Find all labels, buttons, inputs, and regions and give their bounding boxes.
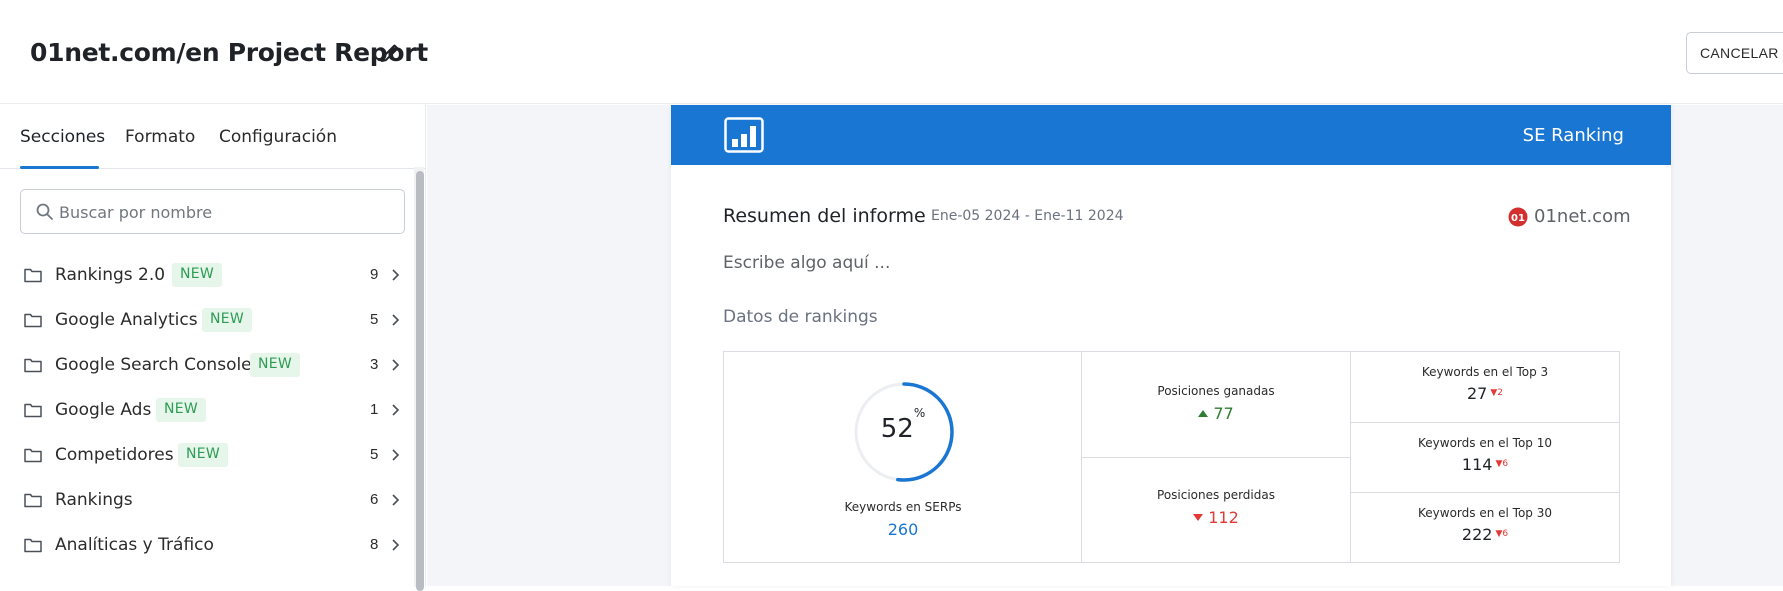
gained-value: 77 — [1082, 404, 1350, 423]
top10-value: 114 ▼6 — [1461, 455, 1509, 474]
svg-text:01: 01 — [1511, 213, 1525, 224]
sidebar-item-label: Google Analytics — [55, 310, 198, 330]
new-badge: NEW — [178, 443, 229, 467]
active-tab-indicator — [20, 166, 99, 169]
item-count: 6 — [370, 491, 379, 508]
folder-icon — [24, 403, 42, 418]
sidebar-item-google-search-console[interactable]: Google Search Console NEW 3 — [0, 343, 412, 388]
search-icon — [36, 203, 53, 220]
search-input[interactable] — [59, 198, 389, 226]
chevron-right-icon — [392, 539, 400, 551]
folder-icon — [24, 313, 42, 328]
arrow-up-icon — [1198, 410, 1209, 417]
sidebar-item-label: Rankings 2.0 — [55, 265, 166, 285]
site-logo-icon: 01 — [1508, 207, 1528, 227]
sidebar-item-label: Analíticas y Tráfico — [55, 535, 214, 555]
chevron-right-icon — [392, 314, 400, 326]
folder-icon — [24, 493, 42, 508]
arrow-down-icon — [1193, 514, 1204, 521]
new-badge: NEW — [156, 398, 207, 422]
sidebar: Secciones Formato Configuración Rankings… — [0, 105, 426, 591]
sidebar-item-competidores[interactable]: Competidores NEW 5 — [0, 433, 412, 478]
top10-label: Keywords en el Top 10 — [1418, 436, 1552, 450]
item-count: 9 — [370, 266, 379, 283]
lost-label: Posiciones perdidas — [1157, 488, 1275, 502]
cancel-button[interactable]: CANCELAR — [1686, 32, 1783, 74]
top10-delta: ▼6 — [1495, 459, 1509, 469]
gained-label: Posiciones ganadas — [1157, 384, 1275, 398]
pencil-icon[interactable] — [378, 41, 402, 65]
lost-value: 112 — [1082, 508, 1350, 527]
new-badge: NEW — [202, 308, 253, 332]
top30-cell: Keywords en el Top 30 222 ▼6 — [1351, 493, 1619, 562]
folder-icon — [24, 538, 42, 553]
lost-cell: Posiciones perdidas 112 — [1082, 458, 1351, 562]
folder-icon — [24, 268, 42, 283]
summary-title: Resumen del informe — [723, 205, 926, 227]
page-title: 01net.com/en Project Report — [30, 38, 428, 67]
folder-icon — [24, 358, 42, 373]
date-range: Ene-05 2024 - Ene-11 2024 — [931, 208, 1124, 224]
sidebar-item-label: Google Search Console — [55, 355, 252, 375]
sidebar-item-label: Google Ads — [55, 400, 152, 420]
search-box[interactable] — [20, 189, 405, 234]
report-header: SE Ranking — [671, 105, 1671, 165]
sidebar-item-google-analytics[interactable]: Google Analytics NEW 5 — [0, 298, 412, 343]
top3-label: Keywords en el Top 3 — [1421, 365, 1549, 379]
sidebar-item-rankings-2[interactable]: Rankings 2.0 NEW 9 — [0, 253, 412, 298]
sidebar-item-rankings[interactable]: Rankings 6 — [0, 478, 412, 523]
sidebar-tabs: Secciones Formato Configuración — [0, 105, 426, 169]
top3-value: 27 ▼2 — [1466, 384, 1503, 403]
chevron-right-icon — [392, 494, 400, 506]
brand-name: SE Ranking — [1522, 125, 1624, 146]
chevron-right-icon — [392, 269, 400, 281]
sidebar-scrollbar-thumb[interactable] — [416, 171, 424, 591]
rankings-grid: 52% Keywords en SERPs 260 Posiciones gan… — [723, 351, 1620, 563]
report-preview: SE Ranking Resumen del informe Ene-05 20… — [671, 105, 1671, 586]
folder-icon — [24, 448, 42, 463]
tab-formato[interactable]: Formato — [125, 127, 195, 147]
bar-chart-logo-icon — [724, 117, 764, 153]
serps-percent: 52% — [880, 406, 926, 444]
item-count: 5 — [370, 311, 379, 328]
serps-label: Keywords en SERPs — [844, 500, 962, 514]
serps-value: 260 — [887, 520, 919, 539]
new-badge: NEW — [250, 353, 301, 377]
item-count: 3 — [370, 356, 379, 373]
item-count: 1 — [370, 401, 379, 418]
notes-placeholder[interactable]: Escribe algo aquí ... — [723, 253, 890, 273]
chevron-right-icon — [392, 449, 400, 461]
new-badge: NEW — [172, 263, 223, 287]
section-title: Datos de rankings — [723, 307, 878, 327]
tab-configuracion[interactable]: Configuración — [219, 127, 337, 147]
site-name: 01net.com — [1534, 206, 1631, 227]
top-bar: 01net.com/en Project Report CANCELAR — [0, 0, 1783, 104]
top30-value: 222 ▼6 — [1461, 525, 1509, 544]
sidebar-item-analiticas-trafico[interactable]: Analíticas y Tráfico 8 — [0, 523, 412, 568]
top3-delta: ▼2 — [1490, 388, 1503, 398]
serps-cell: 52% Keywords en SERPs 260 — [724, 352, 1082, 562]
sidebar-item-label: Rankings — [55, 490, 133, 510]
item-count: 8 — [370, 536, 379, 553]
top30-delta: ▼6 — [1495, 529, 1509, 539]
top30-label: Keywords en el Top 30 — [1418, 506, 1552, 520]
sidebar-item-google-ads[interactable]: Google Ads NEW 1 — [0, 388, 412, 433]
item-count: 5 — [370, 446, 379, 463]
tab-secciones[interactable]: Secciones — [20, 127, 105, 147]
chevron-right-icon — [392, 359, 400, 371]
gained-cell: Posiciones ganadas 77 — [1082, 352, 1351, 458]
sidebar-item-label: Competidores — [55, 445, 174, 465]
chevron-right-icon — [392, 404, 400, 416]
top10-cell: Keywords en el Top 10 114 ▼6 — [1351, 423, 1619, 493]
top3-cell: Keywords en el Top 3 27 ▼2 — [1351, 352, 1619, 423]
